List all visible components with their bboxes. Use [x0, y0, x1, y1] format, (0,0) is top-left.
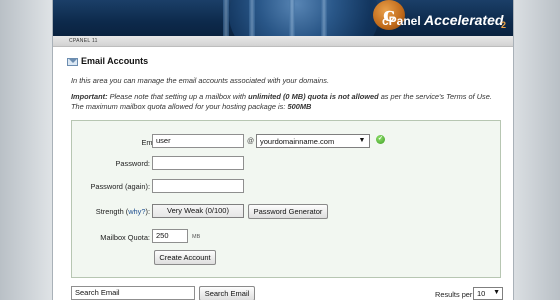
brand-suffix: Accelerated — [424, 12, 504, 28]
quota-field[interactable]: 250 — [152, 229, 188, 243]
search-email-button[interactable]: Search Email — [199, 286, 255, 300]
brand-logo: cPanel Accelerated — [382, 12, 503, 28]
intro-text: In this area you can manage the email ac… — [71, 76, 329, 85]
at-symbol: @ — [247, 138, 255, 145]
password-again-field[interactable] — [152, 179, 244, 193]
breadcrumb[interactable]: CPANEL 11 — [69, 38, 98, 44]
notice-label: Important: — [71, 92, 108, 101]
password-field[interactable] — [152, 156, 244, 170]
notice-max-quota: 500MB — [287, 102, 312, 111]
chevron-down-icon: ▼ — [358, 137, 366, 144]
cable-graphic — [321, 0, 327, 36]
domain-select[interactable]: yourdomainname.com ▼ — [256, 134, 370, 148]
password-label: Password: — [115, 159, 150, 168]
domain-select-value: yourdomainname.com — [260, 137, 335, 146]
brand-version: 2 — [501, 20, 507, 30]
notice-emphasis: unlimited (0 MB) quota is not allowed — [248, 92, 379, 101]
cable-graphic — [289, 0, 295, 36]
quota-label: Mailbox Quota: — [100, 233, 150, 242]
envelope-icon — [67, 58, 78, 66]
notice-text-1: Please note that setting up a mailbox wi… — [107, 92, 249, 101]
breadcrumb-bar — [53, 36, 513, 47]
chevron-down-icon: ▼ — [493, 289, 500, 296]
cable-graphic — [223, 0, 229, 36]
page-title: Email Accounts — [81, 56, 149, 66]
results-per-page-select[interactable]: 10 ▼ — [473, 287, 503, 300]
brand-name: cPanel — [382, 14, 421, 28]
email-label: Email: — [72, 138, 162, 147]
results-per-page-value: 10 — [477, 289, 486, 298]
cpanel-page: c cPanel Accelerated 2 CPANEL 11 Email A… — [52, 0, 514, 300]
strength-label: Strength (why?): — [60, 207, 150, 216]
password-again-label: Password (again): — [90, 182, 150, 191]
cable-graphic — [249, 0, 255, 36]
add-account-form: Email: user @ yourdomainname.com ▼ ✓ Pas… — [71, 120, 501, 278]
password-strength-meter: Very Weak (0/100) — [152, 204, 244, 218]
search-input[interactable]: Search Email — [71, 286, 195, 300]
strength-label-prefix: Strength ( — [95, 207, 129, 216]
header-banner: c cPanel Accelerated 2 — [53, 0, 513, 36]
check-icon: ✓ — [376, 135, 385, 144]
password-generator-button[interactable]: Password Generator — [248, 204, 328, 219]
strength-why-link[interactable]: why? — [128, 207, 145, 216]
strength-label-suffix: ): — [145, 207, 150, 216]
create-account-button[interactable]: Create Account — [154, 250, 216, 265]
email-field[interactable]: user — [152, 134, 244, 148]
quota-notice: Important: Please note that setting up a… — [71, 92, 501, 112]
quota-unit: MB — [192, 234, 201, 240]
